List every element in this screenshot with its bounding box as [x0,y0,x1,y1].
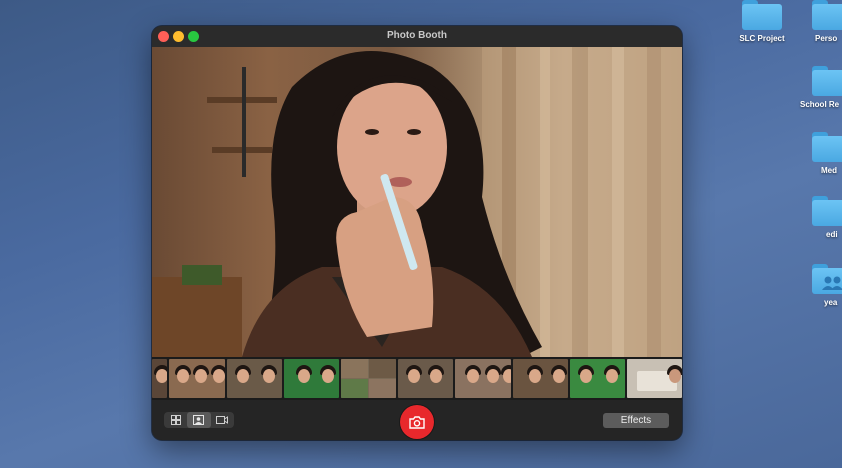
folder-icon [812,196,842,226]
desktop-folder-label: edi [826,230,838,239]
desktop-folder-slc-project[interactable]: SLC Project [727,0,797,43]
photo-thumbnail[interactable] [398,359,454,398]
photo-thumbnail[interactable] [283,359,339,398]
photo-strip [152,357,682,400]
desktop-folder-perso[interactable]: Perso [806,0,842,43]
photo-thumbnail[interactable] [169,359,225,398]
folder-icon [812,132,842,162]
grid-4-up-icon[interactable] [164,412,187,428]
mode-selector [164,412,234,428]
camera-preview [152,47,682,357]
desktop-folder-label: School Re [800,100,840,109]
photo-thumbnail-grid[interactable] [340,359,397,398]
desktop-folder-yea[interactable]: yea [812,264,842,307]
desktop-folder-label: SLC Project [739,34,785,43]
folder-icon [812,66,842,96]
photo-thumbnail[interactable] [226,359,282,398]
folder-icon [742,0,782,30]
photo-thumbnail[interactable] [512,359,568,398]
photo-thumbnail[interactable] [626,359,682,398]
window-title: Photo Booth [387,30,447,41]
camera-icon [409,415,425,429]
title-bar: Photo Booth [152,26,682,48]
photo-thumbnail[interactable] [569,359,625,398]
bottom-toolbar: Effects [152,400,682,440]
photo-thumbnail[interactable] [455,359,511,398]
camera-preview-image [152,47,682,357]
folder-icon [812,0,842,30]
desktop-folder-label: yea [824,298,838,307]
desktop-folder-med[interactable]: Med [812,132,842,175]
single-photo-icon[interactable] [187,412,211,428]
desktop-folder-school[interactable]: School Re [798,66,842,109]
video-icon[interactable] [211,412,234,428]
desktop-folder-label: Perso [815,34,838,43]
desktop-folder-label: Med [821,166,837,175]
take-photo-button[interactable] [400,405,434,439]
photo-booth-window: Photo Booth Effects [152,26,682,440]
shared-folder-icon [812,264,842,294]
photo-thumbnail[interactable] [152,359,168,398]
effects-button[interactable]: Effects [603,413,669,428]
desktop-folder-edi[interactable]: edi [812,196,842,239]
